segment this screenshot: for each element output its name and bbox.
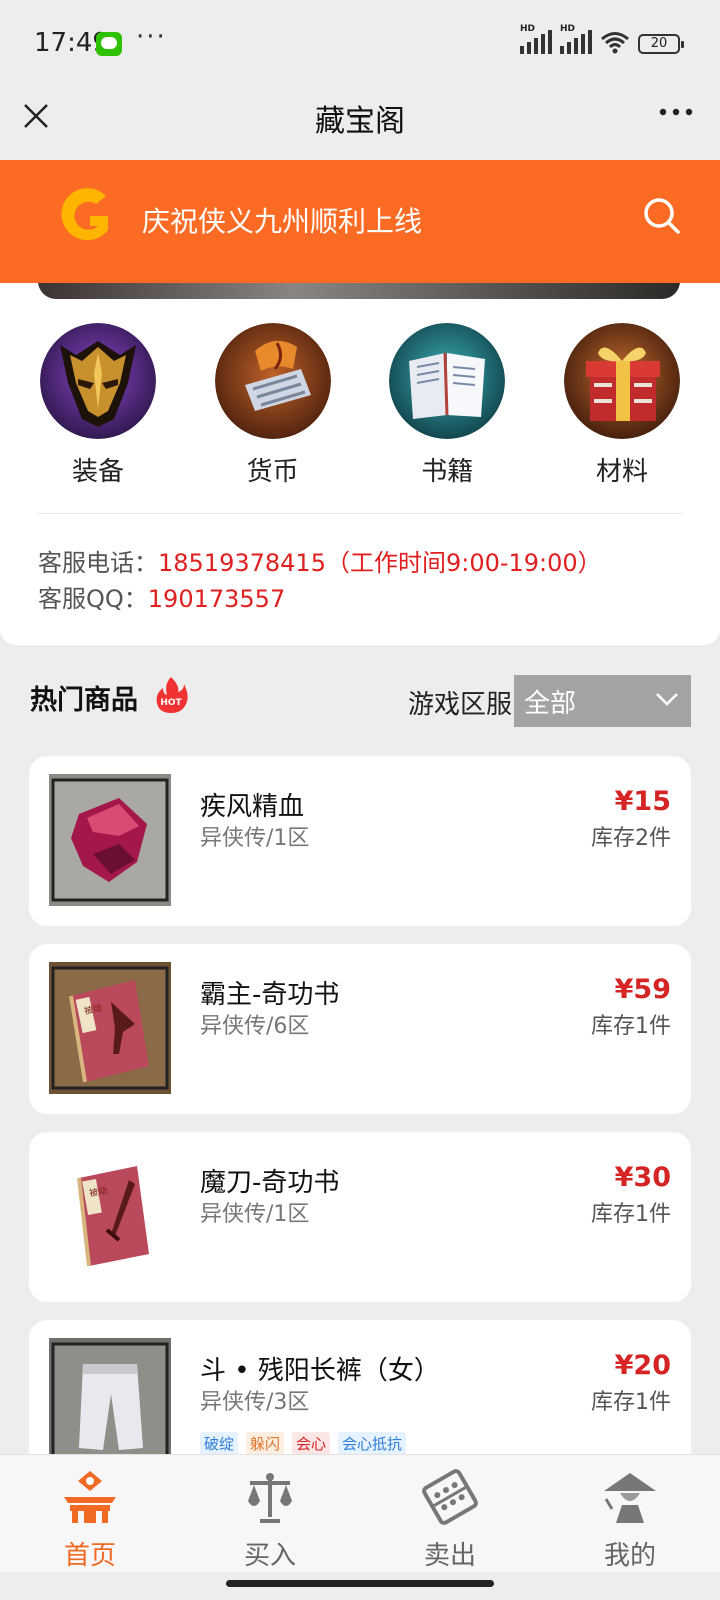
nav-buy[interactable]: 买入 [180,1455,360,1572]
attribute-tag: 破绽 [200,1432,239,1455]
product-stock: 库存2件 [591,826,671,851]
more-icon[interactable] [658,102,694,122]
product-name: 魔刀-奇功书 [200,1168,340,1198]
game-logo-icon [61,188,108,241]
announcement-header: 庆祝侠义九州顺利上线 [0,160,720,283]
service-qq-label: 客服QQ： [38,585,148,613]
hot-fire-icon: HOT [156,677,188,713]
abacus-icon [422,1469,478,1525]
product-zone: 异侠传/1区 [200,1202,310,1227]
product-zone: 异侠传/1区 [200,826,310,851]
service-phone-row: 客服电话：18519378415（工作时间9:00-19:00） [38,545,602,581]
product-price: ¥30 [614,1162,671,1193]
nav-label: 买入 [243,1541,296,1571]
attribute-tag: 躲闪 [246,1432,285,1455]
category-equipment[interactable]: 装备 [38,323,158,488]
zone-filter-label: 游戏区服 [408,690,513,720]
category-books[interactable]: 书籍 [387,323,507,488]
service-phone-label: 客服电话： [38,549,158,577]
home-indicator[interactable] [226,1580,494,1587]
white-pants-icon [49,1338,171,1470]
product-price: ¥59 [614,974,671,1005]
bottom-nav: 首页 买入 卖出 我的 [0,1454,720,1572]
category-label: 装备 [71,457,124,487]
product-stock: 库存1件 [591,1014,671,1039]
book-icon [389,323,506,439]
category-label: 材料 [595,457,648,487]
product-card[interactable]: 疾风精血 异侠传/1区 ¥15 库存2件 [29,756,691,926]
nav-label: 首页 [63,1541,116,1571]
gift-box-icon [563,323,680,439]
announcement-text[interactable]: 庆祝侠义九州顺利上线 [142,200,422,240]
nav-home[interactable]: 首页 [0,1455,180,1572]
equipment-mask-icon [40,323,156,439]
nav-label: 卖出 [423,1541,476,1571]
skill-book-axe-icon: 被动 [49,962,171,1094]
red-crystal-icon [49,774,171,906]
home-pavilion-icon [64,1471,116,1523]
signal-icon: HD [520,24,552,54]
service-phone-value[interactable]: 18519378415（工作时间9:00-19:00） [158,549,602,577]
product-tags: 破绽 躲闪 会心 会心抵抗 [200,1432,407,1455]
category-list: 装备 货币 书籍 材料 [38,323,682,488]
title-bar: 藏宝阁 [0,90,720,160]
signal-icon-2: HD [560,24,592,54]
category-label: 货币 [246,457,299,487]
hot-section-title: 热门商品 [30,685,138,716]
scales-icon [248,1473,292,1523]
nav-label: 我的 [603,1541,656,1571]
product-name: 疾风精血 [200,792,305,822]
banner-image[interactable] [38,283,680,299]
product-stock: 库存1件 [591,1390,671,1415]
product-name: 斗 • 残阳长裤（女） [200,1356,440,1386]
attribute-tag: 会心抵抗 [338,1432,407,1455]
battery-icon: 20 [638,34,684,54]
page-title: 藏宝阁 [315,104,405,139]
wifi-icon [601,32,629,54]
divider [38,513,682,514]
product-name: 霸主-奇功书 [200,980,340,1010]
swordsman-hat-icon [604,1473,656,1523]
product-card[interactable]: 被动 魔刀-奇功书 异侠传/1区 ¥30 库存1件 [29,1132,691,1302]
zone-select[interactable]: 全部 [514,675,691,727]
product-stock: 库存1件 [591,1202,671,1227]
service-qq-value[interactable]: 190173557 [148,585,285,613]
search-icon[interactable] [642,196,682,236]
category-materials[interactable]: 材料 [562,323,682,488]
product-price: ¥20 [614,1350,671,1381]
svg-text:HOT: HOT [160,698,182,708]
wechat-icon [96,32,122,56]
status-bar: 17:49 ··· HD HD 20 [0,0,720,90]
product-price: ¥15 [614,786,671,817]
nav-mine[interactable]: 我的 [540,1455,720,1572]
chevron-down-icon [656,693,678,706]
product-list: 疾风精血 异侠传/1区 ¥15 库存2件 被动 霸主-奇功书 异侠传/6区 ¥5… [29,756,691,1508]
zone-select-value: 全部 [524,689,577,719]
product-zone: 异侠传/6区 [200,1014,310,1039]
skill-book-blade-icon: 被动 [77,1166,149,1267]
category-card: 装备 货币 书籍 材料 客服电话：18519378415（工作时间9:00-19… [0,283,720,645]
notification-dots-icon: ··· [136,22,167,52]
category-currency[interactable]: 货币 [213,323,333,488]
currency-bag-icon [214,323,331,439]
category-label: 书籍 [421,457,474,487]
customer-service-info: 客服电话：18519378415（工作时间9:00-19:00） 客服QQ：19… [38,545,602,617]
service-qq-row: 客服QQ：190173557 [38,581,602,617]
attribute-tag: 会心 [292,1432,331,1455]
nav-sell[interactable]: 卖出 [360,1455,540,1572]
product-zone: 异侠传/3区 [200,1390,310,1415]
status-icons: HD HD 20 [520,24,684,54]
product-card[interactable]: 被动 霸主-奇功书 异侠传/6区 ¥59 库存1件 [29,944,691,1114]
